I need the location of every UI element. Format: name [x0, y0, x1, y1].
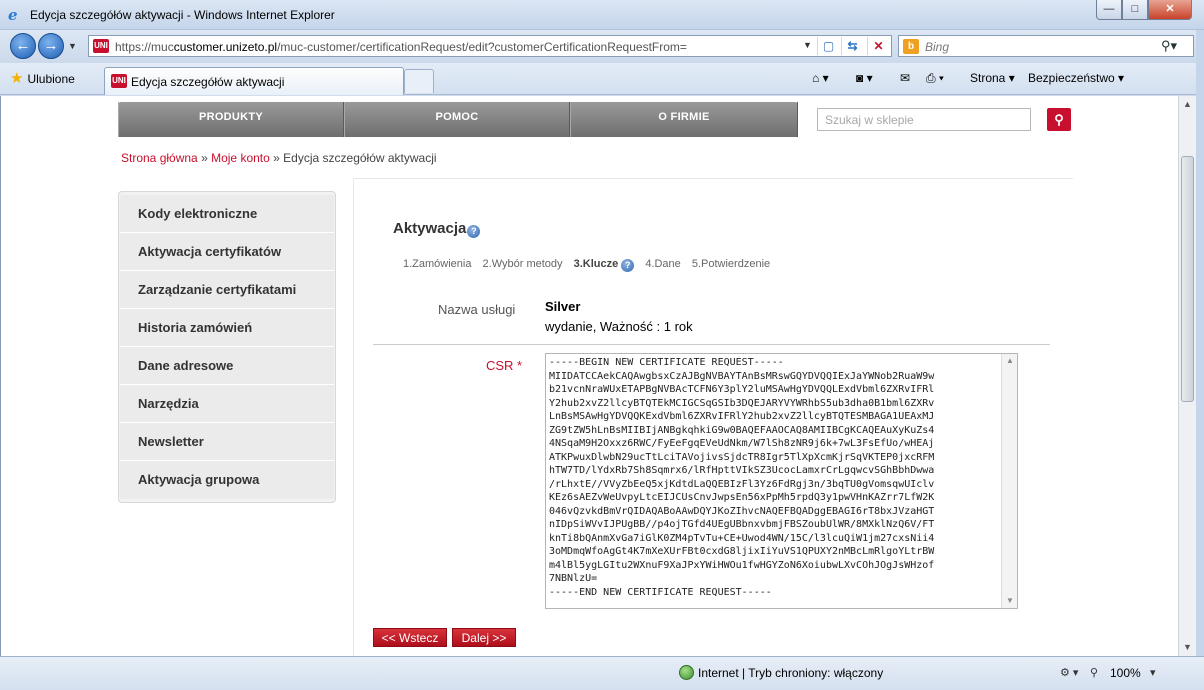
- sidebar-item-certificate-management[interactable]: Zarządzanie certyfikatami: [120, 271, 334, 309]
- favorites-button[interactable]: ★ Ulubione: [10, 69, 75, 89]
- favorites-label: Ulubione: [27, 72, 75, 86]
- forward-button[interactable]: →: [38, 33, 64, 59]
- address-bar[interactable]: UNI https://muccustomer.unizeto.pl/muc-c…: [88, 35, 892, 57]
- globe-icon: [679, 665, 694, 680]
- service-name-value: Silver: [545, 299, 581, 314]
- step-orders: 1.Zamówienia: [403, 258, 472, 270]
- breadcrumb-separator: »: [273, 151, 280, 165]
- page-title: Aktywacja?: [393, 220, 481, 238]
- site-favicon-icon: UNI: [93, 39, 109, 53]
- sidebar-item-order-history[interactable]: Historia zamówień: [120, 309, 334, 347]
- sidebar-item-address-data[interactable]: Dane adresowe: [120, 347, 334, 385]
- csr-text-content[interactable]: -----BEGIN NEW CERTIFICATE REQUEST----- …: [549, 356, 1001, 599]
- print-icon[interactable]: ⎙ ▾: [926, 71, 944, 86]
- status-bar: Internet | Tryb chroniony: włączony ⚙ ▾ …: [0, 656, 1204, 690]
- tab-active[interactable]: UNI Edycja szczegółów aktywacji: [104, 67, 404, 95]
- breadcrumb-account-link[interactable]: Moje konto: [211, 151, 270, 165]
- divider: [373, 344, 1050, 345]
- window-titlebar: e Edycja szczegółów aktywacji - Windows …: [0, 0, 1204, 30]
- site-main-nav: PRODUKTY POMOC O FIRMIE: [118, 102, 798, 137]
- back-step-button[interactable]: << Wstecz: [373, 628, 447, 647]
- nav-company[interactable]: O FIRMIE: [570, 102, 798, 137]
- page-menu-label: Strona: [970, 71, 1006, 85]
- zoom-dropdown-icon[interactable]: ▾: [1150, 666, 1156, 679]
- url-domain: customer.unizeto.pl: [173, 40, 278, 54]
- sidebar-item-electronic-codes[interactable]: Kody elektroniczne: [120, 195, 334, 233]
- scroll-down-icon[interactable]: ▼: [1002, 594, 1017, 608]
- help-icon[interactable]: ?: [621, 259, 635, 272]
- browser-search-box[interactable]: b Bing ⚲▾: [898, 35, 1194, 57]
- address-dropdown-icon[interactable]: ▼: [803, 40, 812, 50]
- page-scrollbar[interactable]: ▲ ▼: [1178, 96, 1196, 656]
- safety-menu-label: Bezpieczeństwo: [1028, 71, 1115, 85]
- breadcrumb-current: Edycja szczegółów aktywacji: [283, 151, 437, 165]
- mail-icon[interactable]: ✉: [900, 71, 910, 85]
- help-icon[interactable]: ?: [467, 225, 481, 238]
- service-name-label: Nazwa usługi: [438, 302, 516, 317]
- step-method: 2.Wybór metody: [482, 258, 563, 270]
- window-title: Edycja szczegółów aktywacji - Windows In…: [30, 8, 335, 22]
- minimize-button[interactable]: —: [1096, 0, 1122, 20]
- page-menu[interactable]: Strona ▾: [970, 71, 1015, 85]
- url-prefix: https://muc: [115, 40, 174, 54]
- scroll-up-icon[interactable]: ▲: [1179, 96, 1196, 113]
- ie-logo-icon: e: [8, 6, 18, 24]
- nav-help[interactable]: POMOC: [344, 102, 570, 137]
- account-sidebar: Kody elektroniczne Aktywacja certyfikató…: [118, 191, 336, 503]
- scroll-down-icon[interactable]: ▼: [1179, 639, 1196, 656]
- page-viewport: PRODUKTY POMOC O FIRMIE Szukaj w sklepie…: [0, 96, 1178, 656]
- compatibility-view-icon[interactable]: ▢: [817, 37, 839, 55]
- step-confirmation: 5.Potwierdzenie: [691, 258, 771, 270]
- nav-products[interactable]: PRODUKTY: [118, 102, 344, 137]
- breadcrumb-separator: »: [201, 151, 208, 165]
- bing-icon: b: [903, 39, 919, 54]
- favorites-bar: ★ Ulubione UNI Edycja szczegółów aktywacj…: [0, 63, 1204, 95]
- window-frame: [1196, 30, 1204, 690]
- shop-search-input[interactable]: Szukaj w sklepie: [817, 108, 1031, 131]
- safety-menu[interactable]: Bezpieczeństwo ▾: [1028, 71, 1124, 85]
- breadcrumb: Strona główna » Moje konto » Edycja szcz…: [121, 151, 437, 165]
- stop-icon[interactable]: ✕: [867, 37, 889, 55]
- new-tab-button[interactable]: [404, 69, 434, 93]
- site-favicon-icon: UNI: [111, 74, 127, 88]
- protected-mode-icon[interactable]: ⚙ ▾: [1060, 666, 1078, 679]
- next-step-button[interactable]: Dalej >>: [452, 628, 516, 647]
- back-button[interactable]: ←: [10, 33, 36, 59]
- shop-search-button[interactable]: ⚲: [1047, 108, 1071, 131]
- address-url[interactable]: https://muccustomer.unizeto.pl/muc-custo…: [115, 40, 687, 54]
- refresh-icon[interactable]: ⇆: [841, 37, 863, 55]
- step-keys-current: 3.Klucze: [573, 258, 619, 270]
- csr-label: CSR *: [486, 358, 523, 373]
- search-icon: ⚲: [1054, 112, 1064, 127]
- arrow-right-icon: →: [43, 37, 59, 54]
- wizard-steps: 1.Zamówienia 2.Wybór metody 3.Klucze? 4.…: [403, 258, 778, 272]
- magnifier-icon[interactable]: ⚲: [1090, 666, 1098, 679]
- url-path: /muc-customer/certificationRequest/edit?…: [277, 40, 687, 54]
- csr-textarea[interactable]: -----BEGIN NEW CERTIFICATE REQUEST----- …: [545, 353, 1018, 609]
- breadcrumb-home-link[interactable]: Strona główna: [121, 151, 198, 165]
- sidebar-item-tools[interactable]: Narzędzia: [120, 385, 334, 423]
- scrollbar-thumb[interactable]: [1181, 156, 1194, 402]
- browser-search-placeholder[interactable]: Bing: [925, 40, 949, 54]
- page-title-text: Aktywacja: [393, 220, 467, 237]
- security-zone[interactable]: Internet | Tryb chroniony: włączony: [698, 666, 883, 680]
- close-window-button[interactable]: ✕: [1148, 0, 1192, 20]
- star-icon: ★: [10, 70, 24, 87]
- maximize-button[interactable]: □: [1122, 0, 1148, 20]
- tab-title: Edycja szczegółów aktywacji: [131, 75, 285, 89]
- recent-pages-dropdown[interactable]: ▼: [68, 41, 77, 51]
- search-icon[interactable]: ⚲▾: [1161, 38, 1177, 54]
- sidebar-item-group-activation[interactable]: Aktywacja grupowa: [120, 461, 334, 499]
- scroll-up-icon[interactable]: ▲: [1002, 354, 1017, 368]
- rss-feed-icon[interactable]: ◙ ▾: [856, 71, 873, 85]
- sidebar-item-newsletter[interactable]: Newsletter: [120, 423, 334, 461]
- step-data: 4.Dane: [645, 258, 681, 270]
- home-icon[interactable]: ⌂ ▾: [812, 71, 829, 85]
- navigation-bar: ← → ▼ UNI https://muccustomer.unizeto.pl…: [0, 30, 1204, 63]
- service-description: wydanie, Ważność : 1 rok: [545, 319, 693, 334]
- csr-scrollbar[interactable]: ▲ ▼: [1001, 354, 1017, 608]
- sidebar-item-certificate-activation[interactable]: Aktywacja certyfikatów: [120, 233, 334, 271]
- zoom-level[interactable]: 100%: [1110, 666, 1141, 680]
- arrow-left-icon: ←: [15, 37, 31, 54]
